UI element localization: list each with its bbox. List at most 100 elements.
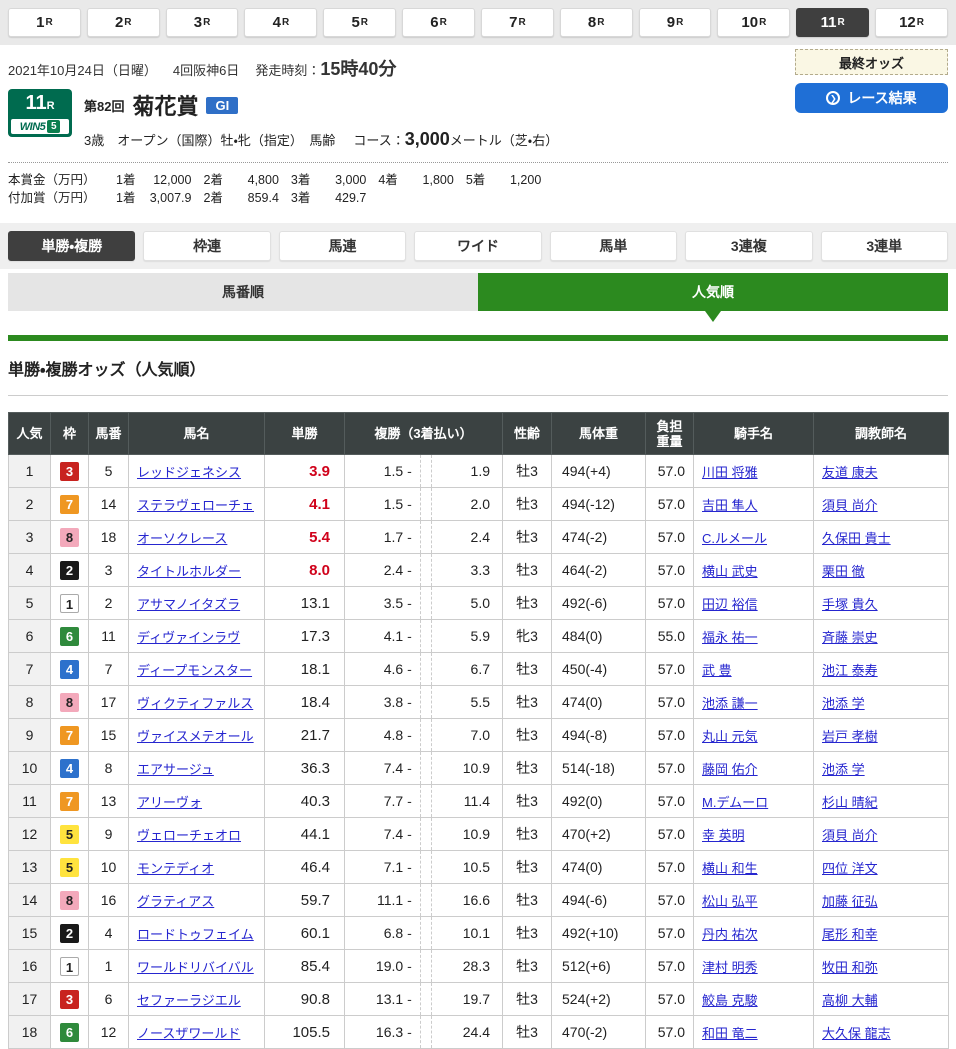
race-tab-7r[interactable]: 7R: [481, 8, 554, 37]
sort-tab-bar: 馬番順人気順: [8, 273, 948, 311]
sex-age-cell: 牡3: [503, 719, 552, 752]
trainer-link[interactable]: 栗田 徹: [822, 564, 865, 579]
bet-type-tab-6[interactable]: 3連複: [685, 231, 812, 261]
jockey-link[interactable]: 津村 明秀: [702, 960, 758, 975]
place-odds-cell: 3.8-5.5: [345, 686, 503, 719]
jockey-link[interactable]: 福永 祐一: [702, 630, 758, 645]
horse-name-link[interactable]: ヴェローチェオロ: [137, 828, 241, 843]
horse-number-cell: 11: [89, 620, 129, 653]
bet-type-tab-5[interactable]: 馬単: [550, 231, 677, 261]
race-tab-5r[interactable]: 5R: [323, 8, 396, 37]
trainer-link[interactable]: 須貝 尚介: [822, 828, 878, 843]
bet-type-tab-4[interactable]: ワイド: [414, 231, 541, 261]
load-weight-cell: 57.0: [646, 950, 694, 983]
jockey-link[interactable]: C.ルメール: [702, 531, 767, 546]
horse-name-link[interactable]: ロードトゥフェイム: [137, 927, 254, 942]
race-tab-10r[interactable]: 10R: [717, 8, 790, 37]
trainer-link[interactable]: 斉藤 崇史: [822, 630, 878, 645]
bet-type-tab-2[interactable]: 枠連: [143, 231, 270, 261]
race-tab-suffix: R: [759, 17, 766, 28]
horse-name-link[interactable]: ワールドリバイバル: [137, 960, 254, 975]
trainer-link[interactable]: 尾形 和幸: [822, 927, 878, 942]
trainer-link[interactable]: 高柳 大輔: [822, 993, 878, 1008]
trainer-link[interactable]: 杉山 晴紀: [822, 795, 878, 810]
race-tab-suffix: R: [838, 17, 845, 28]
horse-name-link[interactable]: グラティアス: [137, 894, 214, 909]
horse-name-link[interactable]: セファーラジエル: [137, 993, 241, 1008]
odds-row: 1736セファーラジエル90.813.1-19.7牡3524(+2)57.0鮫島…: [9, 983, 949, 1016]
race-tab-8r[interactable]: 8R: [560, 8, 633, 37]
horse-name-link[interactable]: モンテディオ: [137, 861, 214, 876]
horse-name-link[interactable]: アリーヴォ: [137, 795, 202, 810]
jockey-cell: 和田 竜二: [694, 1016, 814, 1049]
horse-name-link[interactable]: ステラヴェローチェ: [137, 498, 254, 513]
trainer-link[interactable]: 池添 学: [822, 762, 865, 777]
trainer-link[interactable]: 牧田 和弥: [822, 960, 878, 975]
horse-name-link[interactable]: オーソクレース: [137, 531, 227, 546]
rank-cell: 2: [9, 488, 51, 521]
sort-tab-1[interactable]: 馬番順: [8, 273, 478, 311]
race-number-badge: 11R WIN5 5: [8, 89, 72, 137]
jockey-link[interactable]: 丸山 元気: [702, 729, 758, 744]
jockey-link[interactable]: 武 豊: [702, 663, 732, 678]
trainer-link[interactable]: 手塚 貴久: [822, 597, 878, 612]
trainer-link[interactable]: 池添 学: [822, 696, 865, 711]
bet-type-tab-1[interactable]: 単勝・複勝: [8, 231, 135, 261]
trainer-link[interactable]: 岩戸 孝樹: [822, 729, 878, 744]
trainer-link[interactable]: 久保田 貴士: [822, 531, 891, 546]
sort-tab-2[interactable]: 人気順: [478, 273, 948, 311]
jockey-link[interactable]: 鮫島 克駿: [702, 993, 758, 1008]
horse-name-link[interactable]: タイトルホルダー: [137, 564, 241, 579]
jockey-link[interactable]: M.デムーロ: [702, 795, 768, 810]
horse-name-link[interactable]: ノースザワールド: [137, 1026, 240, 1041]
trainer-link[interactable]: 四位 洋文: [822, 861, 878, 876]
jockey-link[interactable]: 田辺 裕信: [702, 597, 758, 612]
jockey-link[interactable]: 川田 将雅: [702, 465, 758, 480]
horse-name-link[interactable]: ディープモンスター: [137, 663, 252, 678]
horse-name-link[interactable]: ヴァイスメテオール: [137, 729, 254, 744]
trainer-link[interactable]: 加藤 征弘: [822, 894, 878, 909]
odds-row: 8817ヴィクティファルス18.43.8-5.5牡3474(0)57.0池添 謙…: [9, 686, 949, 719]
horse-name-link[interactable]: レッドジェネシス: [137, 465, 241, 480]
horse-name-cell: レッドジェネシス: [129, 455, 265, 488]
horse-name-link[interactable]: アサマノイタズラ: [137, 597, 240, 612]
race-tab-12r[interactable]: 12R: [875, 8, 948, 37]
load-weight-cell: 57.0: [646, 686, 694, 719]
place-odds-separator: [420, 950, 432, 982]
jockey-link[interactable]: 吉田 隼人: [702, 498, 758, 513]
race-result-button[interactable]: ❯レース結果: [795, 83, 948, 113]
place-odds-low: 4.8: [345, 727, 403, 743]
race-tab-11r[interactable]: 11R: [796, 8, 869, 37]
race-tab-4r[interactable]: 4R: [244, 8, 317, 37]
trainer-link[interactable]: 須貝 尚介: [822, 498, 878, 513]
trainer-link[interactable]: 大久保 龍志: [822, 1026, 891, 1041]
jockey-link[interactable]: 和田 竜二: [702, 1026, 758, 1041]
race-tab-2r[interactable]: 2R: [87, 8, 160, 37]
jockey-link[interactable]: 藤岡 佑介: [702, 762, 758, 777]
trainer-link[interactable]: 池江 泰寿: [822, 663, 878, 678]
jockey-link[interactable]: 丹内 祐次: [702, 927, 758, 942]
jockey-link[interactable]: 池添 謙一: [702, 696, 758, 711]
race-tab-9r[interactable]: 9R: [639, 8, 712, 37]
horse-name-link[interactable]: ディヴァインラヴ: [137, 630, 240, 645]
horse-name-cell: ディープモンスター: [129, 653, 265, 686]
bet-type-tab-7[interactable]: 3連単: [821, 231, 948, 261]
trainer-link[interactable]: 友道 康夫: [822, 465, 878, 480]
race-tab-3r[interactable]: 3R: [166, 8, 239, 37]
jockey-cell: 幸 英明: [694, 818, 814, 851]
race-tab-1r[interactable]: 1R: [8, 8, 81, 37]
jockey-link[interactable]: 横山 和生: [702, 861, 758, 876]
race-tab-6r[interactable]: 6R: [402, 8, 475, 37]
jockey-link[interactable]: 幸 英明: [702, 828, 745, 843]
horse-name-link[interactable]: ヴィクティファルス: [137, 696, 253, 711]
final-odds-button[interactable]: 最終オッズ: [795, 49, 948, 75]
horse-name-link[interactable]: エアサージュ: [137, 762, 214, 777]
jockey-link[interactable]: 横山 武史: [702, 564, 758, 579]
jockey-link[interactable]: 松山 弘平: [702, 894, 758, 909]
trainer-cell: 栗田 徹: [814, 554, 949, 587]
horse-number-cell: 4: [89, 917, 129, 950]
bet-type-tab-3[interactable]: 馬連: [279, 231, 406, 261]
horse-number-cell: 16: [89, 884, 129, 917]
place-odds-dash: -: [407, 463, 412, 479]
place-odds-separator: [420, 653, 432, 685]
